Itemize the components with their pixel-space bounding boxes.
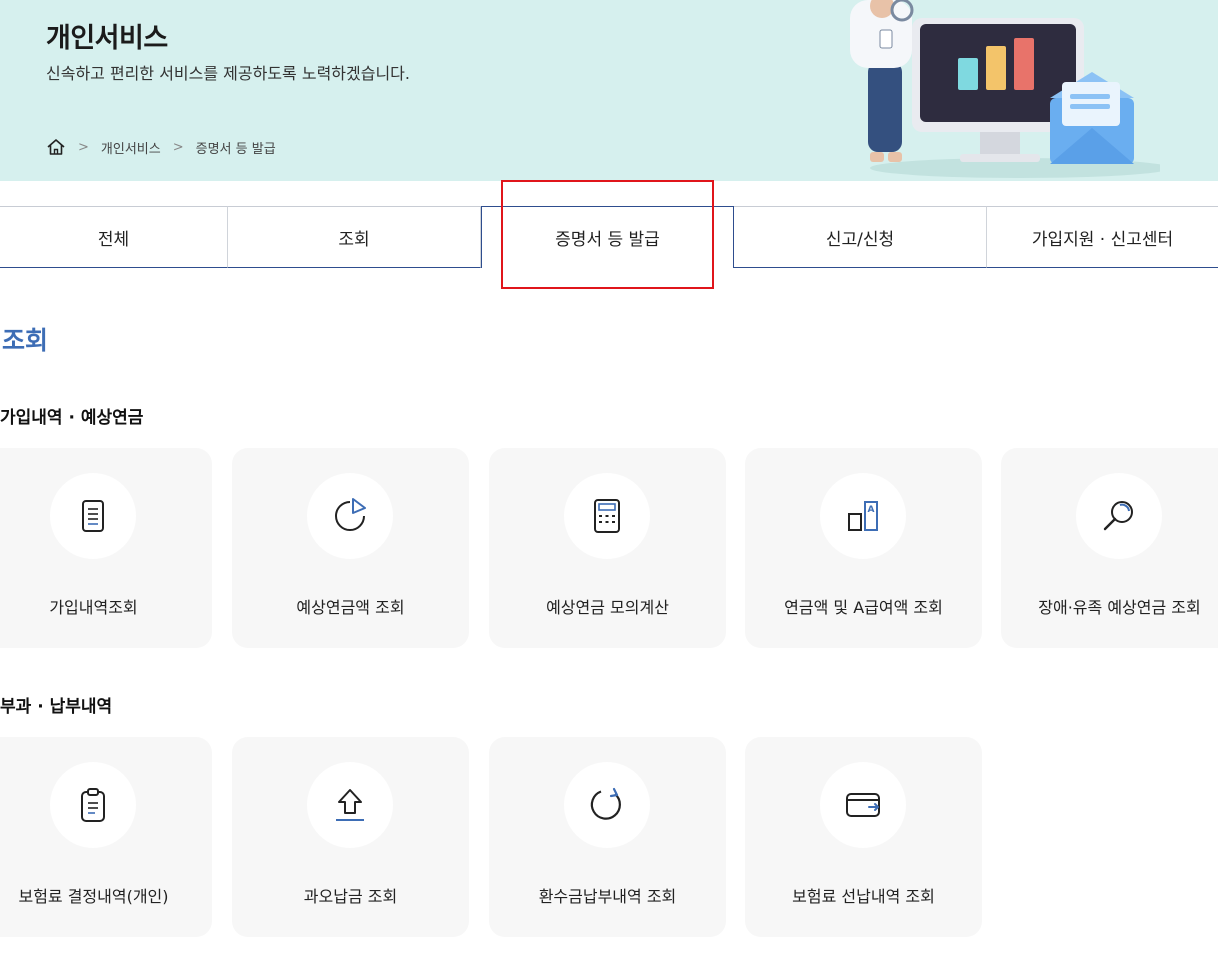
tab-inquiry[interactable]: 조회: [228, 206, 481, 268]
card-overpayment[interactable]: 과오납금 조회: [232, 737, 469, 937]
tab-all[interactable]: 전체: [0, 206, 228, 268]
refresh-icon: [564, 762, 650, 848]
section-title: 조회: [2, 326, 49, 355]
breadcrumb-item-certificate[interactable]: 증명서 등 발급: [196, 138, 276, 157]
card-label: 보험료 선납내역 조회: [792, 887, 935, 906]
hero-illustration: [850, 0, 1160, 178]
group-title-subscription: 가입내역 · 예상연금: [0, 408, 144, 428]
card-subscription-history[interactable]: 가입내역조회: [0, 448, 212, 648]
document-list-icon: [50, 473, 136, 559]
pie-chart-icon: [307, 473, 393, 559]
svg-text:A: A: [868, 505, 875, 515]
chevron-right-icon: >: [78, 139, 89, 155]
tab-support-center[interactable]: 가입지원 · 신고센터: [987, 206, 1218, 268]
bar-compare-icon: A: [820, 473, 906, 559]
card-label: 예상연금 모의계산: [546, 598, 669, 617]
card-pension-a-benefit[interactable]: A 연금액 및 A급여액 조회: [745, 448, 982, 648]
magnifier-icon: [1076, 473, 1162, 559]
card-label: 과오납금 조회: [303, 887, 398, 906]
group-title-billing: 부과 · 납부내역: [0, 697, 113, 717]
upload-arrow-icon: [307, 762, 393, 848]
card-label: 연금액 및 A급여액 조회: [784, 598, 943, 617]
card-label: 환수금납부내역 조회: [538, 887, 677, 906]
breadcrumb-item-personal-service[interactable]: 개인서비스: [101, 138, 161, 157]
card-label: 예상연금액 조회: [296, 598, 405, 617]
card-expected-pension[interactable]: 예상연금액 조회: [232, 448, 469, 648]
card-disability-survivor-pension[interactable]: 장애·유족 예상연금 조회: [1001, 448, 1218, 648]
page-title: 개인서비스: [46, 23, 168, 54]
home-icon[interactable]: [46, 137, 66, 157]
clipboard-icon: [50, 762, 136, 848]
card-label: 장애·유족 예상연금 조회: [1038, 598, 1201, 617]
card-refund-payment[interactable]: 환수금납부내역 조회: [489, 737, 726, 937]
card-prepayment[interactable]: 보험료 선납내역 조회: [745, 737, 982, 937]
wallet-icon: [820, 762, 906, 848]
card-pension-simulation[interactable]: 예상연금 모의계산: [489, 448, 726, 648]
chevron-right-icon: >: [172, 139, 184, 155]
card-label: 보험료 결정내역(개인): [18, 887, 169, 906]
page-subtitle: 신속하고 편리한 서비스를 제공하도록 노력하겠습니다.: [46, 64, 410, 83]
tab-report-apply[interactable]: 신고/신청: [734, 206, 987, 268]
calculator-icon: [564, 473, 650, 559]
tab-certificate-issuance[interactable]: 증명서 등 발급: [481, 206, 734, 268]
page-hero: 개인서비스 신속하고 편리한 서비스를 제공하도록 노력하겠습니다. > 개인서…: [0, 0, 1218, 181]
card-label: 가입내역조회: [49, 598, 138, 617]
category-tabs: 전체 조회 증명서 등 발급 신고/신청 가입지원 · 신고센터: [0, 206, 1218, 268]
breadcrumb: > 개인서비스 > 증명서 등 발급: [46, 137, 276, 157]
card-premium-decision[interactable]: 보험료 결정내역(개인): [0, 737, 212, 937]
